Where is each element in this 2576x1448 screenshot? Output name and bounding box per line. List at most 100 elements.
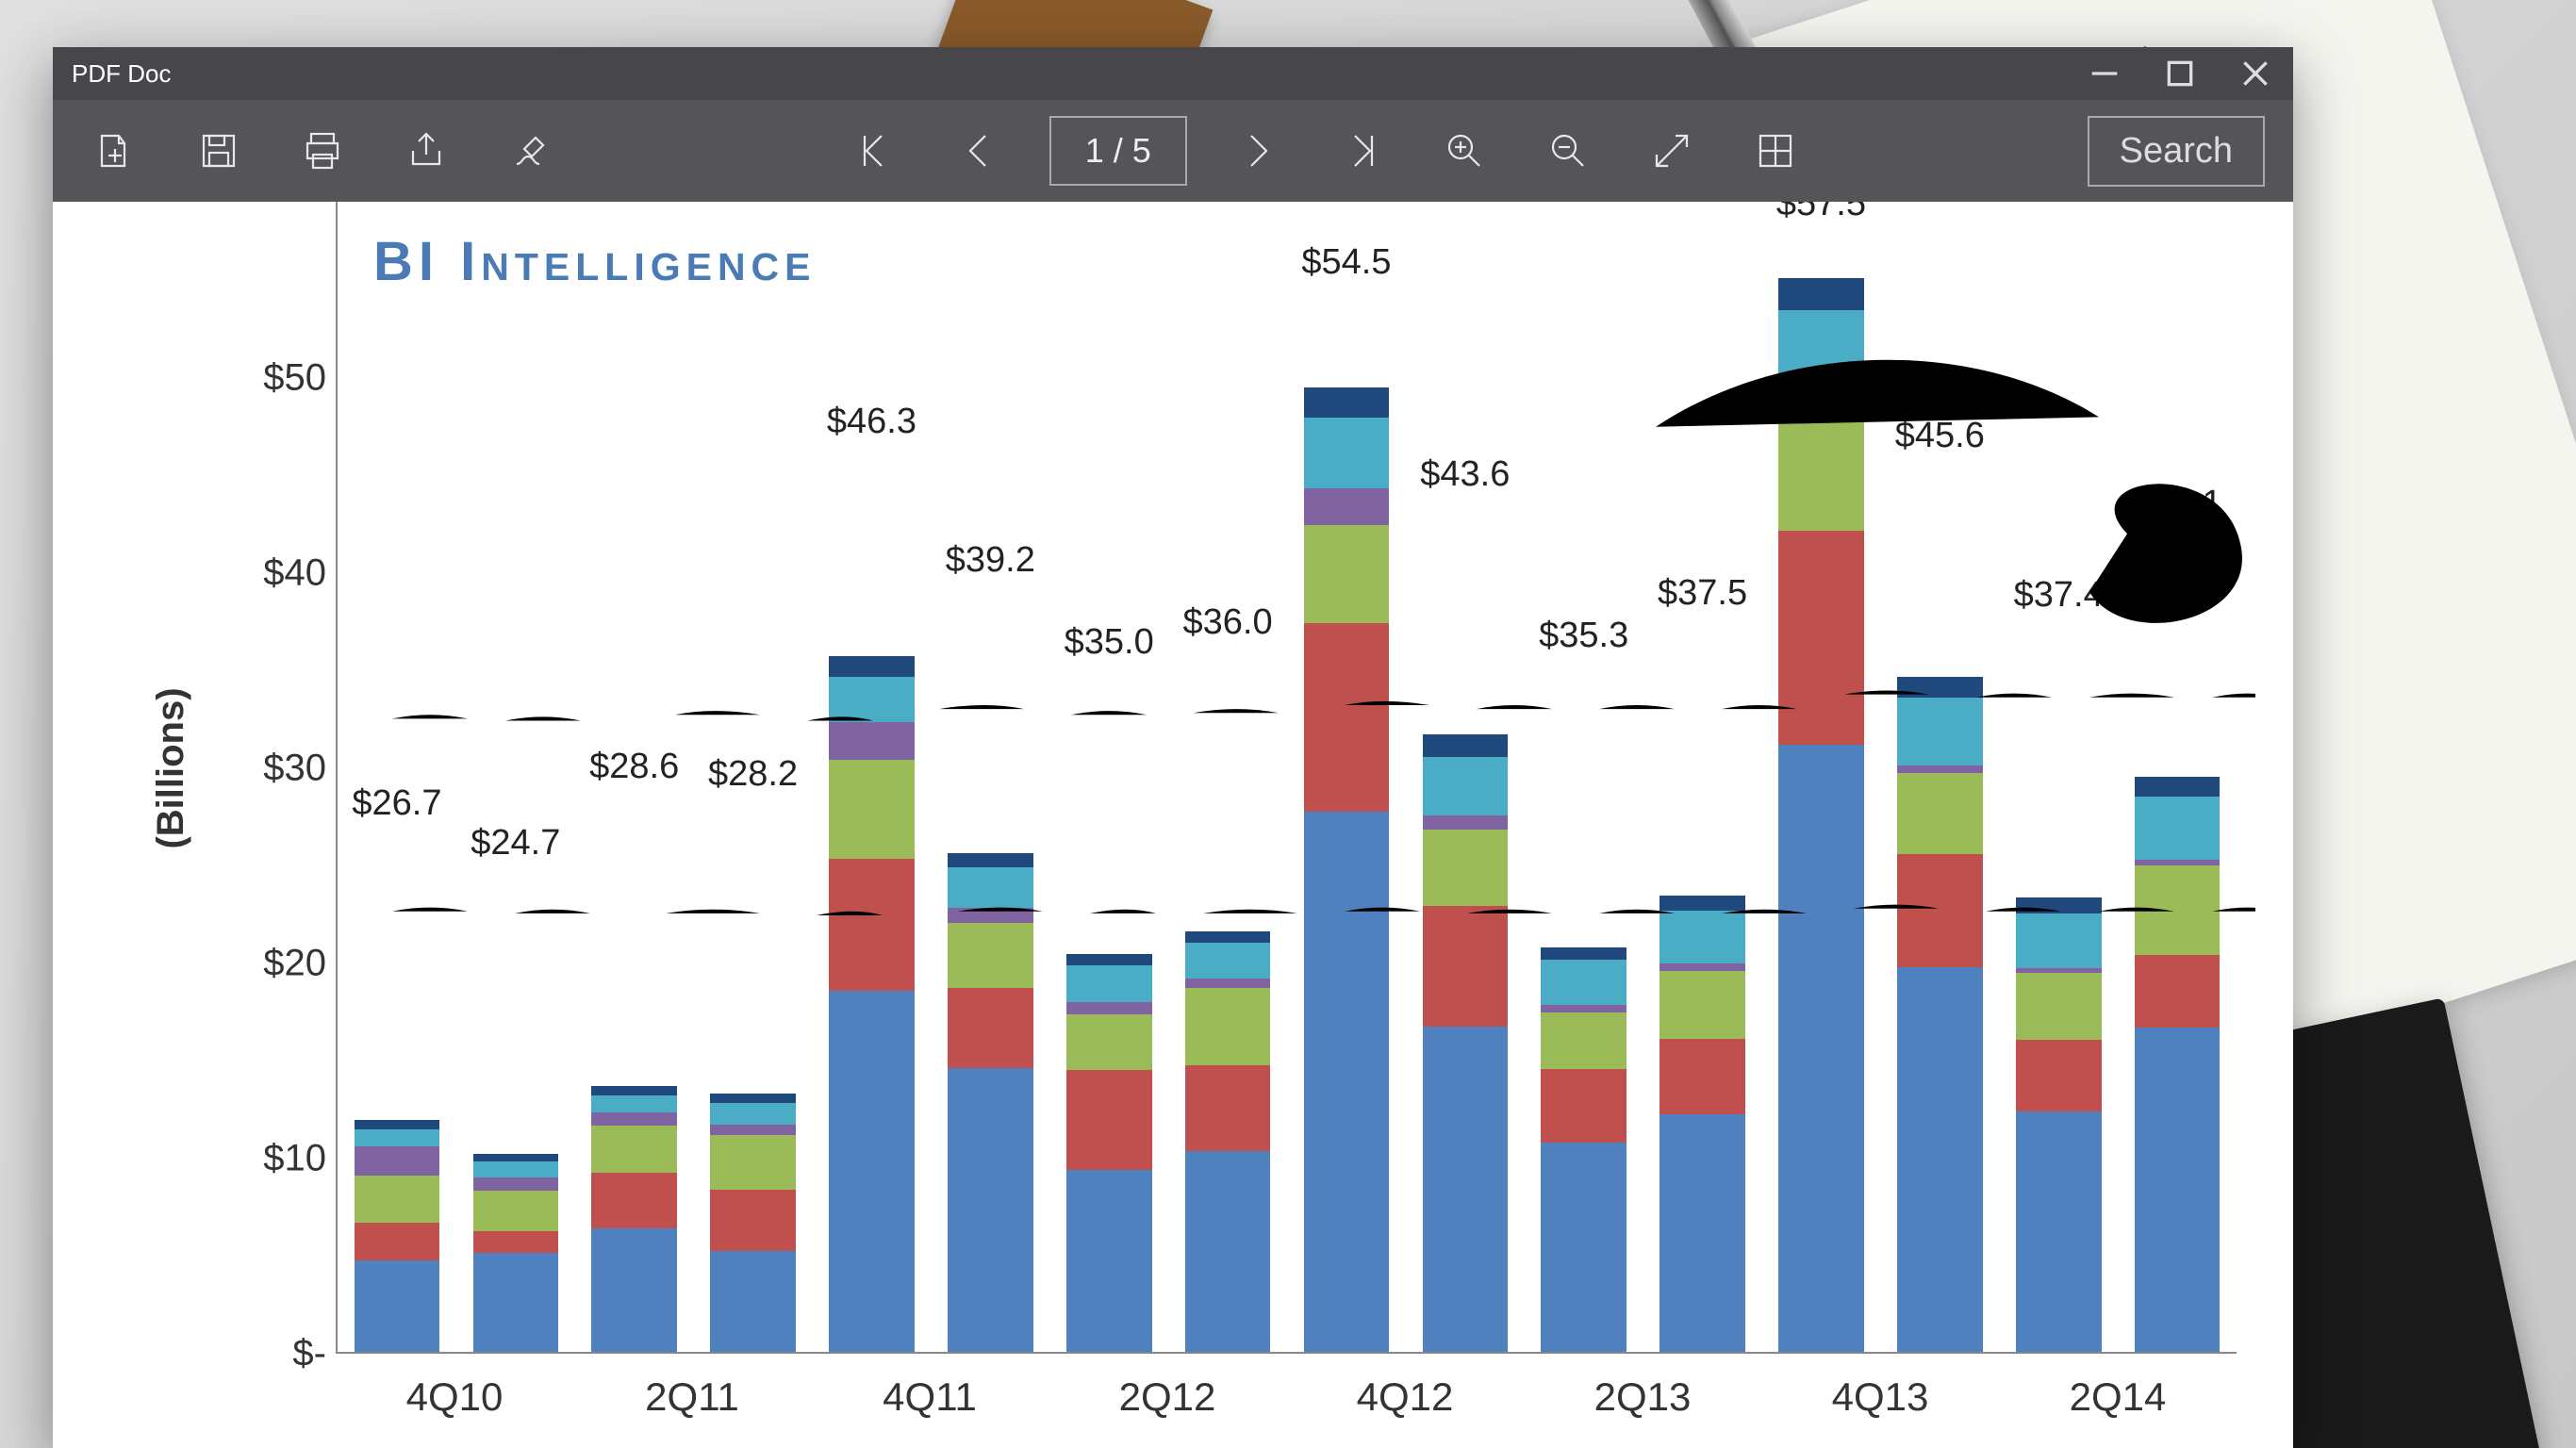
stacked-bar: $46.3: [829, 450, 915, 1352]
bar-segment: [1423, 734, 1509, 757]
y-tick: $20: [194, 943, 326, 985]
bar-segment: [1304, 488, 1390, 525]
bar-segment: [1185, 979, 1271, 988]
title-bar[interactable]: PDF Doc: [53, 47, 2293, 100]
x-tick-label: 4Q10: [336, 1374, 573, 1420]
bar-segment: [1660, 1114, 1745, 1352]
bar-segment: [1897, 698, 1983, 765]
bar-segment: [473, 1191, 559, 1231]
bar-segment: [948, 988, 1033, 1068]
bar-segment: [1185, 943, 1271, 979]
bar-segment: [1778, 310, 1864, 392]
bar-segment: [2135, 797, 2221, 860]
bar-segment: [1304, 623, 1390, 813]
close-button[interactable]: [2237, 55, 2274, 92]
x-tick-label: 2Q14: [1999, 1374, 2237, 1420]
bar-segment: [1897, 967, 1983, 1352]
bar-segment: [1897, 854, 1983, 966]
x-tick-label: 4Q12: [1286, 1374, 1524, 1420]
bar-slot: $46.3: [813, 202, 932, 1352]
bar-slot: $36.0: [1168, 202, 1287, 1352]
bar-slot: $35.3: [1525, 202, 1643, 1352]
x-tick-label: 2Q13: [1524, 1374, 1761, 1420]
last-page-button[interactable]: [1327, 117, 1395, 185]
open-file-button[interactable]: [81, 117, 149, 185]
y-axis: (Billions) $-$10$20$30$40$50$60: [185, 202, 326, 1354]
bar-segment: [1541, 947, 1627, 960]
zoom-in-button[interactable]: [1430, 117, 1498, 185]
bar-segment: [591, 1173, 677, 1228]
bar-segment: [710, 1103, 796, 1125]
stacked-bar: $57.5: [1778, 232, 1864, 1352]
x-tick-label: 4Q13: [1761, 1374, 1999, 1420]
bar-segment: [2016, 897, 2102, 913]
next-page-button[interactable]: [1223, 117, 1291, 185]
window-title: PDF Doc: [72, 59, 2086, 89]
toolbar: 1 / 5 Search: [53, 100, 2293, 202]
bar-segment: [829, 991, 915, 1352]
bar-segment: [1778, 745, 1864, 1352]
stacked-bar: $37.4: [2016, 623, 2102, 1352]
bar-segment: [948, 1068, 1033, 1352]
document-area[interactable]: iPhoneiPadMaciPodiTunes And SoftwareAcce…: [53, 202, 2293, 1448]
stacked-bar: $39.2: [948, 588, 1033, 1352]
bar-segment: [1066, 1170, 1152, 1352]
bar-slot: $54.5: [1287, 202, 1406, 1352]
stacked-bar: $28.2: [710, 802, 796, 1352]
save-button[interactable]: [185, 117, 253, 185]
bar-segment: [1304, 812, 1390, 1352]
bar-segment: [1423, 815, 1509, 830]
bar-segment: [1778, 531, 1864, 746]
x-tick-label: 2Q12: [1049, 1374, 1286, 1420]
view-grid-button[interactable]: [1742, 117, 1809, 185]
bar-segment: [2016, 913, 2102, 968]
bar-segment: [948, 908, 1033, 923]
first-page-button[interactable]: [842, 117, 910, 185]
x-axis: 4Q102Q114Q112Q124Q122Q134Q132Q14: [336, 1374, 2237, 1420]
bar-segment: [1660, 971, 1745, 1039]
stacked-bar: $24.7: [473, 871, 559, 1352]
bar-slot: $37.5: [1643, 202, 1762, 1352]
stacked-bar: $45.6: [1897, 464, 1983, 1352]
bar-segment: [591, 1086, 677, 1095]
bar-segment: [1423, 757, 1509, 815]
bar-segment: [948, 867, 1033, 908]
ink-annotate-button[interactable]: [496, 117, 564, 185]
bar-segment: [1304, 387, 1390, 418]
minimize-button[interactable]: [2086, 55, 2123, 92]
bar-segment: [1066, 1014, 1152, 1070]
fit-page-button[interactable]: [1638, 117, 1706, 185]
bar-segment: [1185, 931, 1271, 943]
bar-segment: [1660, 896, 1745, 912]
pdf-viewer-window: PDF Doc: [53, 47, 2293, 1448]
bar-segment: [2135, 777, 2221, 798]
y-tick: $30: [194, 748, 326, 790]
prev-page-button[interactable]: [946, 117, 1014, 185]
search-button[interactable]: Search: [2088, 116, 2265, 187]
bar-segment: [829, 760, 915, 859]
page-indicator[interactable]: 1 / 5: [1049, 116, 1187, 186]
bar-slot: $35.0: [1049, 202, 1168, 1352]
maximize-button[interactable]: [2161, 55, 2199, 92]
bar-segment: [473, 1253, 559, 1352]
bar-segment: [829, 677, 915, 722]
bar-segment: [710, 1190, 796, 1251]
bar-segment: [1660, 963, 1745, 971]
zoom-out-button[interactable]: [1534, 117, 1602, 185]
bar-segment: [473, 1177, 559, 1191]
share-button[interactable]: [392, 117, 460, 185]
bar-segment: [1778, 411, 1864, 531]
bar-segment: [355, 1120, 440, 1128]
bar-slot: $42.1: [2118, 202, 2237, 1352]
bar-slot: $43.6: [1406, 202, 1525, 1352]
bar-segment: [2135, 865, 2221, 956]
bar-segment: [710, 1125, 796, 1135]
bar-segment: [1304, 525, 1390, 622]
print-button[interactable]: [289, 117, 356, 185]
bar-segment: [829, 722, 915, 760]
bar-segment: [1066, 954, 1152, 965]
bar-segment: [1541, 1069, 1627, 1143]
bar-segment: [473, 1154, 559, 1162]
bar-segment: [1541, 1012, 1627, 1069]
bar-segment: [355, 1176, 440, 1223]
